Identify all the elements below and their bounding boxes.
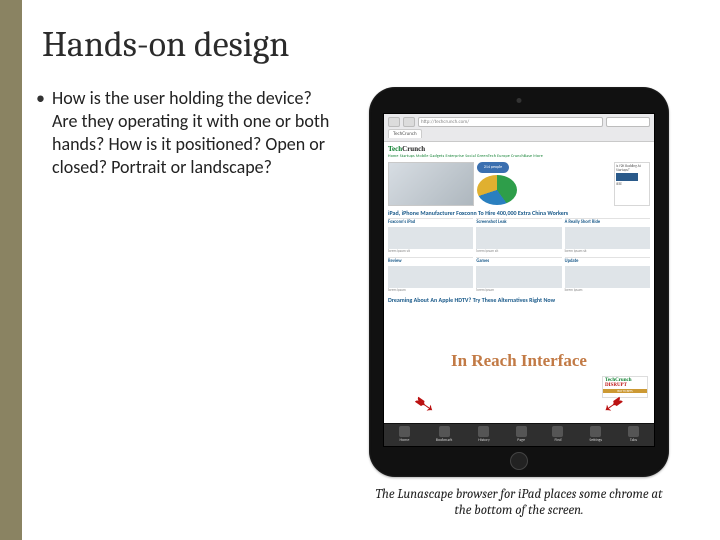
hero-side: 214 people	[477, 162, 517, 206]
bookmark-icon	[439, 426, 450, 437]
article-grid: Foxconn's iPadlorem ipsum sit Screenshot…	[388, 218, 650, 293]
alt-headline[interactable]: Dreaming About An Apple HDTV? Try These …	[388, 296, 650, 304]
home-button-icon[interactable]	[510, 452, 528, 470]
gear-icon	[590, 426, 601, 437]
article-card[interactable]: Updatelorem ipsum	[565, 257, 650, 293]
tool-label: History	[478, 438, 490, 443]
thumb-icon	[388, 227, 473, 249]
article-card[interactable]: Gameslorem ipsum	[476, 257, 561, 293]
bullet-item: How is the user holding the device? Are …	[36, 87, 336, 179]
tool-label: Tabs	[630, 438, 637, 443]
figure-caption: The Lunascape browser for iPad places so…	[369, 487, 669, 518]
tool-label: Bookmark	[436, 438, 453, 443]
overlay-label: In Reach Interface	[451, 351, 587, 371]
pie-chart-icon	[477, 175, 517, 205]
tool-label: Home	[400, 438, 410, 443]
back-button[interactable]	[388, 117, 400, 127]
site-nav[interactable]: Home Startups Mobile Gadgets Enterprise …	[388, 154, 650, 159]
page-icon	[516, 426, 527, 437]
tab-row: TechCrunch	[388, 129, 650, 138]
ieee-logo	[616, 173, 638, 181]
page-tool[interactable]: Page	[516, 426, 527, 443]
tool-label: Settings	[589, 438, 602, 443]
browser-top-chrome: http://techcrunch.com/ TechCrunch	[384, 114, 654, 142]
sidebar-ad[interactable]: Is Y2K Budding At Startups? IEEE	[614, 162, 650, 206]
article-card[interactable]: A Really Short Ridelorem ipsum sit	[565, 218, 650, 254]
url-row: http://techcrunch.com/	[388, 117, 650, 127]
logo-crunch: Crunch	[402, 145, 425, 153]
bullet-list: How is the user holding the device? Are …	[36, 87, 336, 179]
thumb-icon	[565, 227, 650, 249]
thumb-icon	[476, 266, 561, 288]
home-icon	[399, 426, 410, 437]
ipad-screen: http://techcrunch.com/ TechCrunch TechCr…	[383, 113, 655, 447]
tabs-icon	[628, 426, 639, 437]
search-input[interactable]	[606, 117, 650, 127]
thumb-icon	[476, 227, 561, 249]
sidebar-head: Is Y2K Budding At Startups?	[616, 164, 648, 172]
accent-bar	[0, 0, 22, 540]
thumb-icon	[388, 266, 473, 288]
thumb-icon	[565, 266, 650, 288]
browser-bottom-toolbar: Home Bookmark History Page Find Settings…	[384, 423, 654, 446]
history-icon	[478, 426, 489, 437]
people-pill[interactable]: 214 people	[477, 162, 509, 173]
slide: Hands-on design How is the user holding …	[0, 0, 720, 540]
find-icon	[552, 426, 563, 437]
main-headline[interactable]: iPad, iPhone Manufacturer Foxconn To Hir…	[388, 209, 650, 217]
settings-tool[interactable]: Settings	[589, 426, 602, 443]
forward-button[interactable]	[403, 117, 415, 127]
find-tool[interactable]: Find	[552, 426, 563, 443]
browser-tab[interactable]: TechCrunch	[388, 129, 422, 138]
slide-title: Hands-on design	[42, 24, 684, 65]
url-input[interactable]: http://techcrunch.com/	[418, 117, 603, 127]
ipad-device: http://techcrunch.com/ TechCrunch TechCr…	[369, 87, 669, 477]
tabs-tool[interactable]: Tabs	[628, 426, 639, 443]
site-logo[interactable]: TechCrunch	[388, 145, 650, 153]
article-card[interactable]: Foxconn's iPadlorem ipsum sit	[388, 218, 473, 254]
body-row: How is the user holding the device? Are …	[36, 87, 684, 518]
history-tool[interactable]: History	[478, 426, 490, 443]
hero-image[interactable]	[388, 162, 474, 206]
logo-tech: Tech	[388, 145, 402, 153]
bookmark-tool[interactable]: Bookmark	[436, 426, 453, 443]
hero-section: 214 people Is Y2K Budding At Startups? I…	[388, 162, 650, 206]
camera-icon	[517, 98, 522, 103]
article-card[interactable]: Reviewlorem ipsum	[388, 257, 473, 293]
figure-column: http://techcrunch.com/ TechCrunch TechCr…	[354, 87, 684, 518]
article-card[interactable]: Screenshot Leaklorem ipsum sit	[476, 218, 561, 254]
home-tool[interactable]: Home	[399, 426, 410, 443]
tool-label: Find	[555, 438, 562, 443]
ieee-label: IEEE	[616, 182, 648, 186]
tool-label: Page	[517, 438, 525, 443]
